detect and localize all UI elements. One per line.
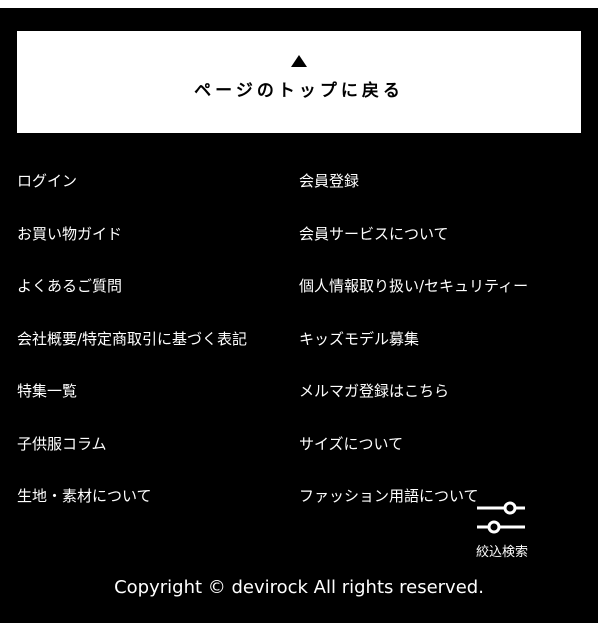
menu-link-newsletter[interactable]: メルマガ登録はこちら xyxy=(299,381,449,401)
menu-link-features[interactable]: 特集一覧 xyxy=(17,381,77,401)
menu-link-company[interactable]: 会社概要/特定商取引に基づく表記 xyxy=(17,329,247,349)
menu-link-privacy[interactable]: 個人情報取り扱い/セキュリティー xyxy=(299,276,528,296)
menu-link-faq[interactable]: よくあるご質問 xyxy=(17,276,122,296)
page-top-button[interactable]: ページのトップに戻る xyxy=(17,31,581,133)
triangle-up-icon xyxy=(291,55,307,67)
menu-link-materials[interactable]: 生地・素材について xyxy=(17,486,152,506)
menu-link-size[interactable]: サイズについて xyxy=(299,434,403,454)
menu-link-column[interactable]: 子供服コラム xyxy=(17,434,107,454)
copyright: Copyright © devirock All rights reserved… xyxy=(114,577,484,598)
menu-link-fashion-terms[interactable]: ファッション用語について xyxy=(299,486,479,506)
menu-link-member-service[interactable]: 会員サービスについて xyxy=(299,224,449,244)
page-top-label: ページのトップに戻る xyxy=(194,81,404,101)
menu-link-shopping-guide[interactable]: お買い物ガイド xyxy=(17,224,122,244)
footer: ページのトップに戻る ログイン お買い物ガイド よくあるご質問 会社概要/特定商… xyxy=(0,8,598,623)
menu-link-kids-model[interactable]: キッズモデル募集 xyxy=(299,329,419,349)
filter-search-label: 絞込検索 xyxy=(475,545,528,560)
menu-link-register[interactable]: 会員登録 xyxy=(299,171,359,191)
menu-link-login[interactable]: ログイン xyxy=(17,171,77,191)
sliders-icon xyxy=(477,501,525,534)
filter-search-button[interactable]: 絞込検索 xyxy=(464,496,540,566)
